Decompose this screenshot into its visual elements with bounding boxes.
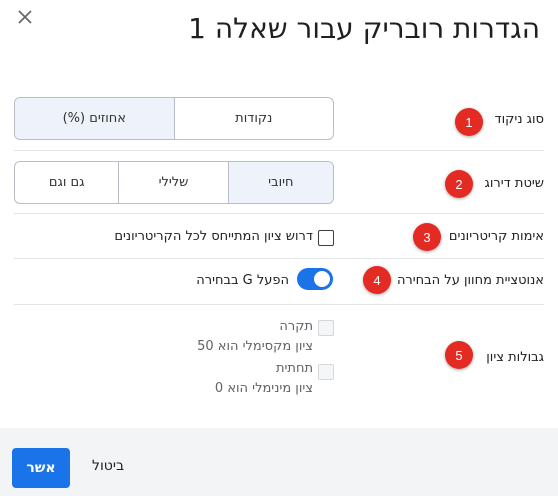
divider — [14, 304, 544, 305]
grading-method-segmented: גם וגם שלילי חיובי — [14, 161, 334, 204]
ceiling-checkbox[interactable] — [318, 320, 334, 336]
scoring-type-label: סוג ניקוד — [494, 112, 544, 127]
scoring-option-points[interactable]: נקודות — [173, 98, 334, 139]
toggle-knob — [314, 271, 330, 287]
close-icon[interactable] — [14, 6, 36, 28]
floor-checkbox[interactable] — [318, 364, 334, 380]
grading-option-negative[interactable]: שלילי — [118, 162, 227, 203]
dialog-footer — [0, 428, 558, 496]
floor-label: תחתית — [275, 361, 313, 376]
validation-checkbox-label: דרוש ציון המתייחס לכל הקריטריונים — [114, 229, 313, 244]
divider — [14, 213, 544, 214]
ceiling-label: תקרה — [279, 319, 313, 334]
badge-2: 2 — [445, 170, 473, 198]
dialog-title: הגדרות רובריק עבור שאלה 1 — [188, 12, 540, 45]
annotation-label: אנוטציית מחוון על הבחירה — [396, 273, 544, 288]
validation-checkbox[interactable] — [318, 230, 334, 246]
score-limits-label: גבולות ציון — [486, 350, 544, 365]
grading-option-positive[interactable]: חיובי — [227, 162, 333, 203]
ceiling-description: ציון מקסימלי הוא 50 — [197, 339, 313, 354]
confirm-button[interactable]: אשר — [12, 448, 70, 488]
scoring-type-segmented: אחוזים (%) נקודות — [14, 97, 334, 140]
badge-5: 5 — [445, 341, 473, 369]
cancel-button[interactable]: ביטול — [92, 458, 124, 474]
annotation-toggle[interactable] — [297, 268, 333, 290]
divider — [14, 150, 544, 151]
badge-3: 3 — [413, 223, 441, 251]
annotation-toggle-label: הפעל G בבחירה — [196, 273, 289, 288]
badge-1: 1 — [455, 108, 483, 136]
grading-method-label: שיטת דירוג — [484, 176, 544, 191]
grading-option-both[interactable]: גם וגם — [15, 162, 118, 203]
badge-4: 4 — [363, 266, 391, 294]
validation-label: אימות קריטריונים — [448, 229, 544, 244]
divider — [14, 258, 544, 259]
floor-description: ציון מינימלי הוא 0 — [214, 381, 313, 396]
scoring-option-percent[interactable]: אחוזים (%) — [15, 98, 174, 139]
